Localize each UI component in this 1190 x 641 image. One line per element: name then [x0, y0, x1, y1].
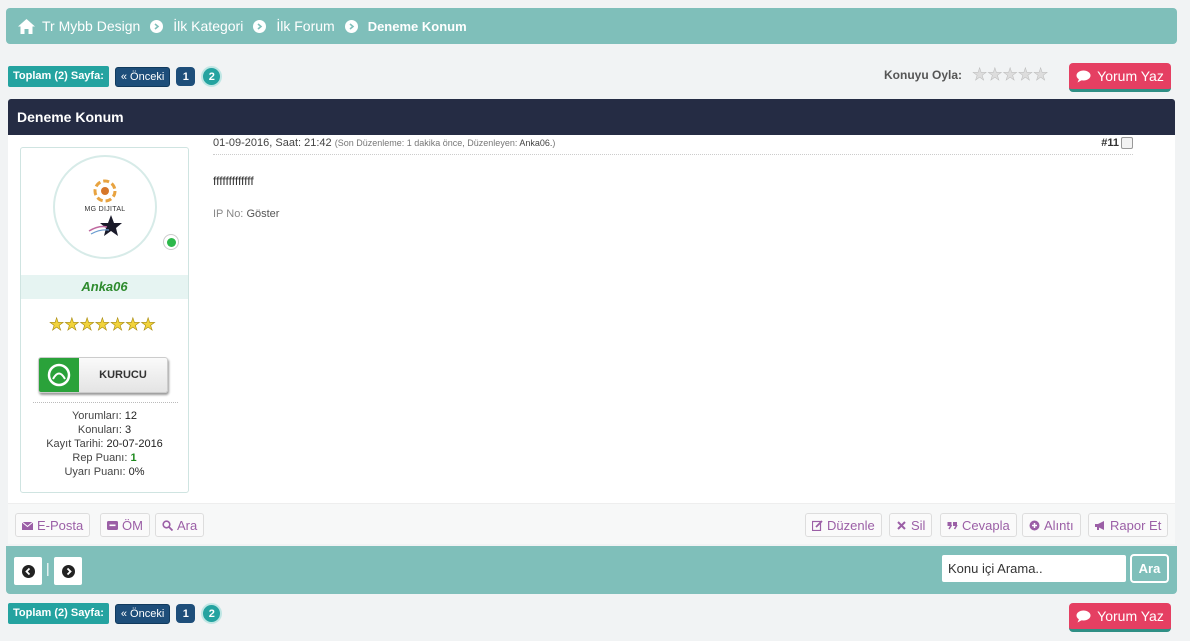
star-icon: ★	[79, 315, 95, 334]
pagination-page-current: 2	[201, 66, 223, 87]
rating-label: Konuyu Oyla:	[884, 67, 963, 82]
reply-button-bottom[interactable]: Yorum Yaz	[1069, 603, 1171, 632]
comment-icon	[1076, 70, 1091, 82]
logo-icon	[93, 179, 117, 202]
arrow-right-icon	[61, 564, 75, 578]
pagination-page-1[interactable]: 1	[176, 604, 196, 623]
thread-nav-bar: | Ara	[6, 546, 1177, 594]
home-icon[interactable]	[18, 18, 35, 34]
pagination-bottom: Toplam (2) Sayfa: « Önceki 1 2	[8, 603, 223, 624]
report-button[interactable]: Rapor Et	[1088, 513, 1169, 537]
edit-button[interactable]: Düzenle	[805, 513, 882, 537]
pagination-prev-button[interactable]: « Önceki	[114, 603, 171, 624]
breadcrumb-current: Deneme Konum	[367, 18, 467, 34]
stat-registered: Kayıt Tarihi: 20-07-2016	[46, 438, 163, 450]
stat-warning: Uyarı Puanı: 0%	[64, 466, 145, 478]
post-number-link[interactable]: #11	[1101, 137, 1119, 149]
post-actions: E-Posta ÖM Ara Düzenle Sil Cevapla Alınt…	[8, 503, 1175, 544]
star-icon[interactable]: ★	[987, 66, 1003, 84]
quote-icon	[947, 521, 958, 529]
star-icon: ★	[125, 315, 141, 334]
nav-separator: |	[46, 560, 50, 576]
plus-circle-icon	[1029, 520, 1040, 530]
post-meta: 01-09-2016, Saat: 21:42 (Son Düzenleme: …	[213, 137, 1133, 155]
breadcrumb-link-category[interactable]: İlk Kategori	[173, 18, 243, 34]
pagination-page-current: 2	[201, 603, 223, 624]
post: MG DIJITAL Anka06 ★ ★ ★ ★ ★ ★ ★ KURUCU Y…	[8, 135, 1175, 544]
pagination-label: Toplam (2) Sayfa:	[8, 603, 109, 624]
ip-show-link[interactable]: Göster	[246, 208, 279, 220]
pagination-top: Toplam (2) Sayfa: « Önceki 1 2	[8, 66, 223, 87]
star-icon[interactable]: ★	[1018, 66, 1034, 84]
star-icon: ★	[140, 315, 156, 334]
reply-button-top[interactable]: Yorum Yaz	[1069, 63, 1171, 92]
star-icon: ★	[94, 315, 110, 334]
pagination-page-1[interactable]: 1	[176, 67, 196, 86]
thread-title: Deneme Konum	[8, 99, 1175, 135]
pagination-prev-button[interactable]: « Önceki	[114, 66, 171, 87]
breadcrumb-link-home[interactable]: Tr Mybb Design	[42, 18, 140, 34]
envelope-icon	[22, 521, 33, 530]
star-icon: ★	[64, 315, 80, 334]
quote-button[interactable]: Alıntı	[1022, 513, 1081, 537]
arrow-left-icon	[21, 564, 35, 578]
user-stars: ★ ★ ★ ★ ★ ★ ★	[49, 315, 156, 334]
online-status-icon	[163, 234, 179, 250]
rank-logo-icon	[39, 358, 79, 392]
prev-thread-button[interactable]	[14, 557, 42, 585]
stat-threads: Konuları: 3	[77, 424, 132, 436]
message-icon	[107, 520, 118, 530]
rating-stars[interactable]: ★ ★ ★ ★ ★	[972, 66, 1049, 84]
edit-icon	[812, 519, 823, 531]
search-user-button[interactable]: Ara	[155, 513, 205, 537]
reply-button-label: Yorum Yaz	[1097, 68, 1164, 84]
rank-label: KURUCU	[99, 369, 147, 381]
star-icon[interactable]: ★	[1002, 66, 1018, 84]
breadcrumb-link-forum[interactable]: İlk Forum	[276, 18, 334, 34]
divider	[33, 402, 178, 403]
chevron-right-icon	[150, 19, 164, 33]
reply-button-label: Yorum Yaz	[1097, 608, 1164, 624]
post-content: fffffffffffff	[213, 174, 254, 188]
chevron-right-icon	[344, 19, 358, 33]
username-link[interactable]: Anka06	[21, 275, 188, 299]
star-icon[interactable]: ★	[1033, 66, 1049, 84]
megaphone-icon	[1095, 520, 1104, 530]
email-button[interactable]: E-Posta	[15, 513, 91, 537]
author-profile: MG DIJITAL Anka06 ★ ★ ★ ★ ★ ★ ★ KURUCU Y…	[20, 147, 189, 493]
next-thread-button[interactable]	[54, 557, 82, 585]
pagination-label: Toplam (2) Sayfa:	[8, 66, 109, 87]
star-icon[interactable]: ★	[972, 66, 988, 84]
post-date: 01-09-2016, Saat: 21:42	[213, 137, 332, 149]
stat-posts: Yorumları: 12	[71, 410, 138, 422]
comment-icon	[1076, 610, 1091, 622]
thread-search-input[interactable]	[942, 555, 1126, 582]
star-icon: ★	[49, 315, 65, 334]
avatar[interactable]: MG DIJITAL	[53, 155, 157, 259]
chevron-right-icon	[253, 19, 267, 33]
breadcrumb: Tr Mybb Design İlk Kategori İlk Forum De…	[6, 8, 1177, 44]
delete-button[interactable]: Sil	[889, 513, 933, 537]
thread-search-button[interactable]: Ara	[1130, 554, 1169, 583]
reply-post-button[interactable]: Cevapla	[940, 513, 1017, 537]
close-icon	[897, 520, 906, 530]
edit-user-link[interactable]: Anka06.	[519, 138, 552, 148]
star-logo-icon	[88, 214, 122, 236]
avatar-text: MG DIJITAL	[84, 205, 126, 213]
ip-info: IP No: Göster	[213, 208, 280, 220]
rank-badge: KURUCU	[38, 357, 168, 393]
stat-reputation: Rep Puanı: 1	[72, 452, 137, 464]
pm-button[interactable]: ÖM	[100, 513, 150, 537]
edit-info: (Son Düzenleme: 1 dakika önce, Düzenleye…	[334, 138, 556, 148]
star-icon: ★	[110, 315, 126, 334]
author-stats: Yorumları: 12 Konuları: 3 Kayıt Tarihi: …	[21, 409, 188, 479]
post-select-checkbox[interactable]	[1121, 137, 1133, 149]
thread-rating: Konuyu Oyla: ★ ★ ★ ★ ★	[884, 66, 1049, 84]
search-icon	[162, 519, 173, 531]
